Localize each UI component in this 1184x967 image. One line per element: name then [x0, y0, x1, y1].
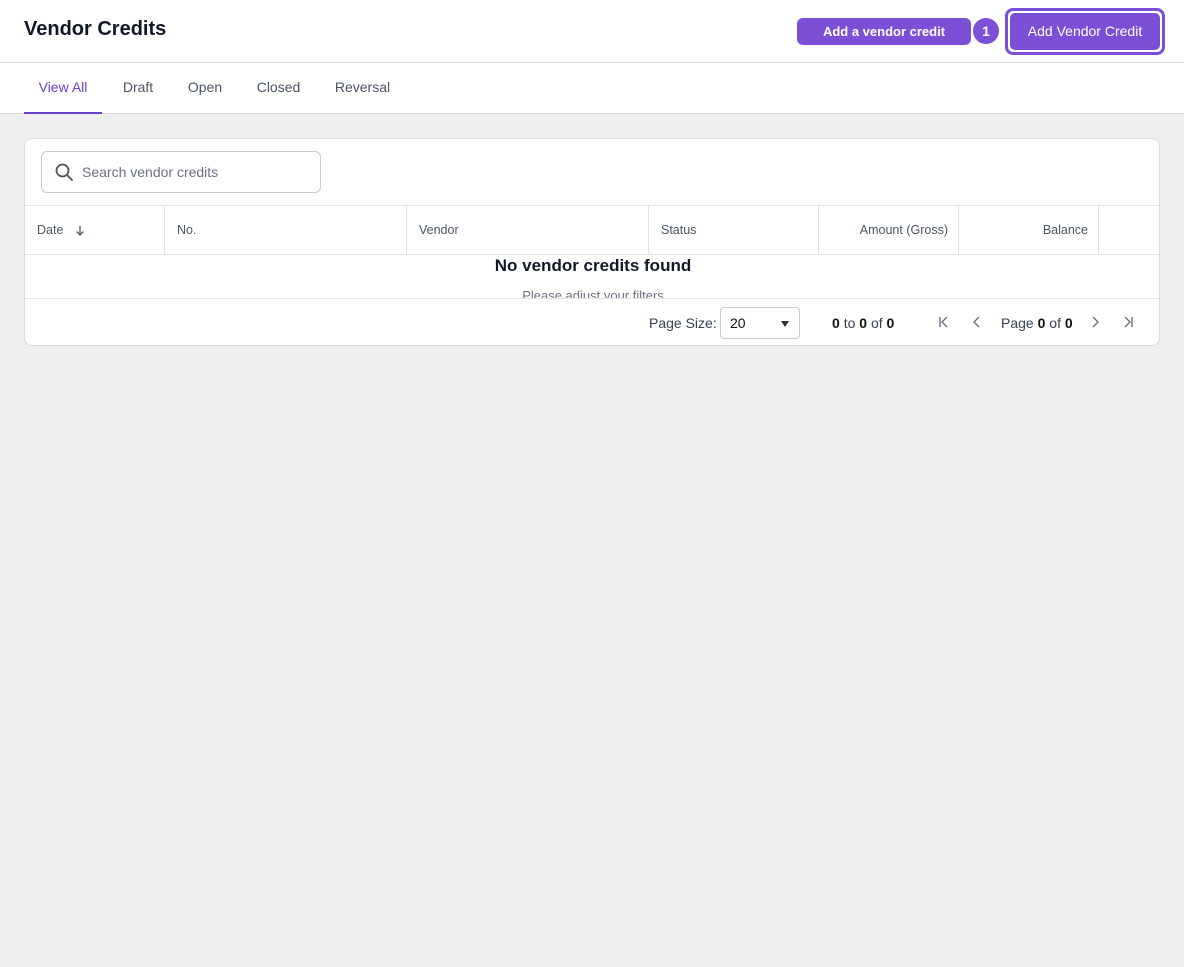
- dropdown-caret-icon: [781, 321, 789, 327]
- range-to: 0: [859, 315, 868, 331]
- sort-down-arrow-icon: [75, 225, 84, 236]
- empty-state-title: No vendor credits found: [494, 256, 692, 275]
- tab-reversal[interactable]: Reversal: [325, 63, 400, 114]
- first-page-icon[interactable]: [936, 314, 952, 330]
- add-vendor-credit-button[interactable]: Add Vendor Credit: [1010, 13, 1160, 50]
- tab-view-all[interactable]: View All: [24, 63, 102, 114]
- column-header-amount-gross[interactable]: Amount (Gross): [819, 206, 959, 255]
- column-header-label: Date: [37, 223, 64, 237]
- search-input[interactable]: [82, 153, 312, 191]
- empty-state-subtitle: Please adjust your filters: [522, 288, 664, 298]
- vendor-credits-card: Date No. Vendor Status Amount (Gross) Ba…: [24, 138, 1160, 346]
- page-info: Page 0 of 0: [1001, 315, 1073, 331]
- page-title: Vendor Credits: [24, 18, 167, 40]
- page-total: 0: [1064, 315, 1073, 331]
- column-header-balance[interactable]: Balance: [959, 206, 1099, 255]
- range-word-of: of: [870, 315, 883, 331]
- tab-open[interactable]: Open: [178, 63, 232, 114]
- range-from: 0: [832, 315, 840, 331]
- page-size-select[interactable]: 20: [720, 307, 800, 339]
- range-word-to: to: [843, 315, 856, 331]
- pagination-bar: Page Size: 20 0 to 0 of 0 Page 0 of 0: [25, 298, 1159, 345]
- row-range: 0 to 0 of 0: [832, 315, 894, 331]
- page-size-value: 20: [730, 315, 746, 331]
- column-header-status[interactable]: Status: [649, 206, 819, 255]
- page-word: Page: [1001, 315, 1034, 331]
- range-total: 0: [886, 315, 895, 331]
- tab-draft[interactable]: Draft: [112, 63, 164, 114]
- status-tabs: View All Draft Open Closed Reversal: [0, 63, 1184, 114]
- tab-closed[interactable]: Closed: [246, 63, 311, 114]
- search-icon: [55, 163, 73, 181]
- page-current: 0: [1037, 315, 1046, 331]
- page-header: Vendor Credits Add a vendor credit 1 Add…: [0, 0, 1184, 63]
- column-header-number[interactable]: No.: [165, 206, 407, 255]
- page-size-label: Page Size:: [649, 315, 717, 331]
- previous-page-icon[interactable]: [969, 314, 985, 330]
- add-vendor-credit-button-highlight[interactable]: Add Vendor Credit: [1005, 8, 1165, 55]
- column-header-vendor[interactable]: Vendor: [407, 206, 649, 255]
- next-page-icon[interactable]: [1087, 314, 1103, 330]
- last-page-icon[interactable]: [1120, 314, 1136, 330]
- column-header-actions: [1099, 206, 1159, 255]
- table-header: Date No. Vendor Status Amount (Gross) Ba…: [25, 205, 1159, 255]
- page-word-of: of: [1049, 315, 1061, 331]
- search-box[interactable]: [41, 151, 321, 193]
- step-badge: 1: [973, 18, 999, 44]
- empty-state: No vendor credits found Please adjust yo…: [25, 255, 1159, 298]
- onboarding-tooltip[interactable]: Add a vendor credit: [797, 18, 971, 45]
- column-header-date[interactable]: Date: [25, 206, 165, 255]
